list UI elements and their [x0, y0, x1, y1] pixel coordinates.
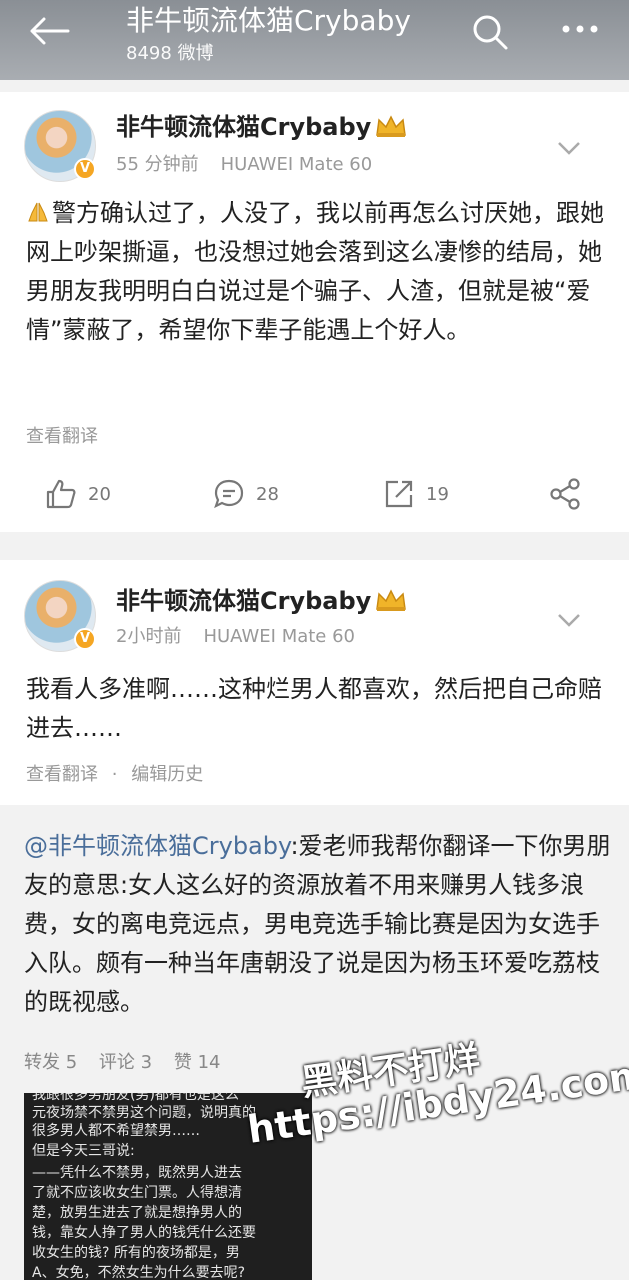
- crown-badge-icon: [376, 589, 406, 611]
- image-text-line: A、女免，不然女生为什么要去呢?: [32, 1265, 246, 1280]
- image-text-line: ——凭什么不禁男，既然男人进去: [32, 1165, 242, 1181]
- repost-forward-count[interactable]: 转发 5: [24, 1052, 77, 1073]
- post-meta: 2小时前 HUAWEI Mate 60: [116, 625, 355, 649]
- post-text: 我看人多准啊……这种烂男人都喜欢，然后把自己命赔进去……: [26, 675, 602, 742]
- image-text-line: 很多男人都不希望禁男……: [32, 1123, 200, 1139]
- post-card: V 非牛顿流体猫Crybaby 2小时前 HUAWEI Mate 60 我看人多准…: [0, 560, 629, 805]
- repost-stats: 转发 5 评论 3 赞 14: [24, 1048, 236, 1074]
- praying-hands-icon: [28, 202, 48, 222]
- post-device: HUAWEI Mate 60: [203, 626, 356, 647]
- view-translation-link[interactable]: 查看翻译: [26, 764, 98, 785]
- post-card: V 非牛顿流体猫Crybaby 55 分钟前 HUAWEI Mate 60 警方确…: [0, 92, 629, 532]
- chevron-down-icon[interactable]: [556, 140, 582, 156]
- post-username[interactable]: 非牛顿流体猫Crybaby: [116, 112, 371, 142]
- thumbs-up-icon: [46, 479, 76, 509]
- image-text-line: 了就不应该收女生门票。人得想清: [32, 1185, 242, 1201]
- post-actions: 20 28 19: [0, 474, 629, 514]
- post-time: 55 分钟前: [116, 154, 199, 175]
- post-footer-links: 查看翻译 · 编辑历史: [26, 764, 204, 785]
- share-button[interactable]: [548, 474, 582, 514]
- repost-count: 19: [426, 483, 449, 505]
- like-button[interactable]: 20: [44, 474, 111, 514]
- post-text: 警方确认过了，人没了，我以前再怎么讨厌她，跟她网上吵架撕逼，也没想过她会落到这么…: [26, 194, 612, 350]
- image-text-line: 钱，靠女人挣了男人的钱凭什么还要: [32, 1225, 256, 1241]
- quoted-repost[interactable]: @非牛顿流体猫Crybaby:爱老师我帮你翻译一下你男朋友的意思:女人这么好的资…: [0, 805, 629, 1280]
- like-count: 20: [88, 483, 111, 505]
- comment-count: 28: [256, 483, 279, 505]
- repost-image[interactable]: 我跟很多男朋友(男)都有也是这么 元夜场禁不禁男这个问题，说明真的 很多男人都不…: [24, 1093, 312, 1280]
- comment-button[interactable]: 28: [212, 474, 279, 514]
- image-text-line: 元夜场禁不禁男这个问题，说明真的: [32, 1105, 256, 1121]
- profile-header: 非牛顿流体猫Crybaby 8498 微博: [0, 0, 629, 80]
- repost-icon: [385, 480, 413, 508]
- share-icon: [550, 478, 580, 510]
- header-title: 非牛顿流体猫Crybaby: [126, 4, 411, 37]
- post-username[interactable]: 非牛顿流体猫Crybaby: [116, 586, 371, 616]
- image-text-line: 但是今天三哥说:: [32, 1143, 135, 1159]
- crown-badge-icon: [376, 115, 406, 137]
- back-arrow-icon[interactable]: [28, 16, 72, 46]
- comment-icon: [214, 479, 244, 509]
- repost-button[interactable]: 19: [382, 474, 449, 514]
- repost-text: @非牛顿流体猫Crybaby:爱老师我帮你翻译一下你男朋友的意思:女人这么好的资…: [24, 827, 614, 1022]
- mention-link[interactable]: @非牛顿流体猫Crybaby: [24, 832, 290, 860]
- repost-like-count[interactable]: 赞 14: [174, 1052, 221, 1073]
- chevron-down-icon[interactable]: [556, 612, 582, 628]
- repost-comment-count[interactable]: 评论 3: [99, 1052, 152, 1073]
- image-text-line: 楚，放男生进去了就是想挣男人的: [32, 1205, 242, 1221]
- post-text-content: 警方确认过了，人没了，我以前再怎么讨厌她，跟她网上吵架撕逼，也没想过她会落到这么…: [26, 199, 604, 344]
- post-time: 2小时前: [116, 626, 182, 647]
- view-translation-link[interactable]: 查看翻译: [26, 425, 98, 449]
- post-device: HUAWEI Mate 60: [220, 154, 373, 175]
- search-icon[interactable]: [470, 12, 510, 52]
- verified-badge-icon: V: [74, 158, 96, 180]
- edit-history-link[interactable]: 编辑历史: [131, 764, 203, 785]
- more-options-icon[interactable]: [560, 14, 600, 44]
- post-meta: 55 分钟前 HUAWEI Mate 60: [116, 153, 372, 177]
- image-text-line: 收女生的钱? 所有的夜场都是，男: [32, 1245, 240, 1261]
- verified-badge-icon: V: [74, 628, 96, 650]
- header-post-count: 8498 微博: [126, 43, 214, 64]
